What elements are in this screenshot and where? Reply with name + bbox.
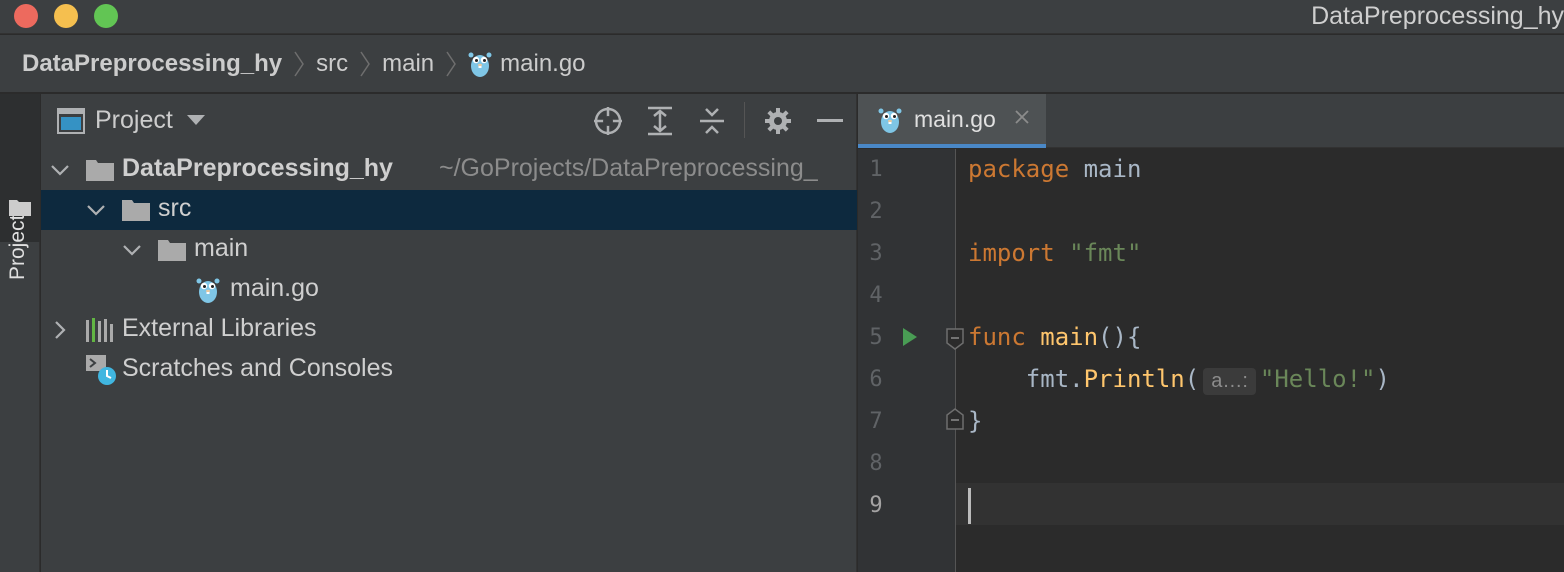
line-number: 7 (869, 409, 883, 434)
gear-icon[interactable] (763, 106, 793, 136)
tree-external-libraries-label: External Libraries (122, 314, 317, 342)
chevron-right-icon (446, 51, 457, 77)
code-line[interactable]: 7 } (858, 401, 1564, 443)
editor-tab-bar: main.go (858, 94, 1564, 148)
breadcrumb: DataPreprocessing_hy src main main.go (0, 35, 1564, 93)
code-line[interactable]: 3 import "fmt" (858, 233, 1564, 275)
tree-root-label: DataPreprocessing_hy (122, 154, 393, 182)
locate-icon[interactable] (593, 106, 623, 136)
window-zoom-button[interactable] (94, 4, 118, 28)
window-title: DataPreprocessing_hy (1311, 2, 1564, 30)
tree-item-project-root[interactable]: DataPreprocessing_hy ~/GoProjects/DataPr… (41, 150, 857, 190)
chevron-right-icon (360, 51, 371, 77)
code-line[interactable]: 9 (858, 485, 1564, 527)
gopher-icon (196, 278, 220, 303)
toolbar-divider (744, 102, 745, 138)
project-panel-header: Project (41, 94, 857, 148)
code-line[interactable]: 5 func main(){ (858, 317, 1564, 359)
code-line[interactable]: 6 fmt.Println(a…: "Hello!") (858, 359, 1564, 401)
expand-all-icon[interactable] (645, 106, 675, 136)
folder-icon (158, 240, 186, 261)
chevron-down-icon (51, 165, 69, 176)
breadcrumb-file-label: main.go (500, 49, 586, 77)
line-number: 4 (869, 283, 883, 308)
line-number: 8 (869, 451, 883, 476)
line-number: 3 (869, 241, 883, 266)
project-panel: Project DataPreprocessing_hy ~/GoProject… (41, 94, 857, 572)
editor-area: main.go 1 package main 2 3 import "fmt" … (858, 94, 1564, 572)
gopher-icon (878, 108, 902, 133)
project-panel-title: Project (95, 106, 173, 134)
fold-end-icon[interactable] (945, 407, 965, 431)
chevron-right-icon (294, 51, 305, 77)
text-caret (968, 488, 971, 524)
tool-window-stripe: Project (0, 94, 40, 572)
chevron-down-icon (123, 245, 141, 256)
tree-item-scratches[interactable]: Scratches and Consoles (41, 350, 857, 390)
tab-main-go[interactable]: main.go (858, 94, 1046, 148)
chevron-down-icon (186, 112, 205, 130)
close-icon[interactable] (1014, 109, 1030, 125)
scratches-icon (86, 355, 116, 385)
tree-scratches-label: Scratches and Consoles (122, 354, 393, 382)
project-tool-window-button[interactable]: Project (0, 94, 40, 280)
breadcrumb-main[interactable]: main (382, 50, 434, 78)
code-line[interactable]: 2 (858, 191, 1564, 233)
tree-main-go-label: main.go (230, 274, 319, 302)
tree-item-external-libraries[interactable]: External Libraries (41, 310, 857, 350)
code-text: } (968, 407, 983, 435)
title-bar: DataPreprocessing_hy (0, 0, 1564, 34)
tree-root-path: ~/GoProjects/DataPreprocessing_ (439, 154, 818, 182)
window-close-button[interactable] (14, 4, 38, 28)
folder-icon (9, 198, 31, 221)
code-lines: 1 package main 2 3 import "fmt" 4 5 func… (858, 149, 1564, 572)
tree-item-main-go[interactable]: main.go (41, 270, 857, 310)
code-text: func main(){ (968, 323, 1142, 351)
project-window-icon (57, 107, 85, 134)
window-minimize-button[interactable] (54, 4, 78, 28)
folder-icon (86, 160, 114, 181)
tree-main-label: main (194, 234, 249, 262)
tab-main-go-label: main.go (914, 106, 996, 132)
breadcrumb-src[interactable]: src (316, 50, 348, 78)
tree-src-label: src (158, 194, 192, 222)
code-text: fmt.Println(a…: "Hello!") (968, 365, 1390, 395)
run-icon[interactable] (902, 327, 918, 347)
breadcrumb-project[interactable]: DataPreprocessing_hy (22, 50, 282, 78)
line-number: 1 (869, 157, 883, 182)
line-number: 2 (869, 199, 883, 224)
library-icon (86, 318, 113, 342)
stripe-project-label: Project (6, 214, 29, 280)
chevron-down-icon (87, 205, 105, 216)
code-line[interactable]: 4 (858, 275, 1564, 317)
fold-icon[interactable] (945, 327, 965, 351)
line-number: 9 (869, 493, 883, 518)
chevron-right-icon (55, 321, 66, 339)
breadcrumb-file[interactable]: main.go (468, 49, 586, 78)
code-text: import "fmt" (968, 239, 1142, 267)
code-line[interactable]: 8 (858, 443, 1564, 485)
parameter-hint: a…: (1203, 368, 1256, 395)
line-number: 6 (869, 367, 883, 392)
code-line[interactable]: 1 package main (858, 149, 1564, 191)
collapse-all-icon[interactable] (697, 106, 727, 136)
tree-item-main[interactable]: main (41, 230, 857, 270)
folder-icon (122, 200, 150, 221)
project-view-selector[interactable]: Project (57, 106, 205, 135)
gopher-icon (468, 50, 492, 78)
tree-item-src[interactable]: src (41, 190, 857, 230)
line-number: 5 (869, 325, 883, 350)
code-text: package main (968, 155, 1142, 183)
minimize-icon[interactable] (815, 106, 845, 136)
